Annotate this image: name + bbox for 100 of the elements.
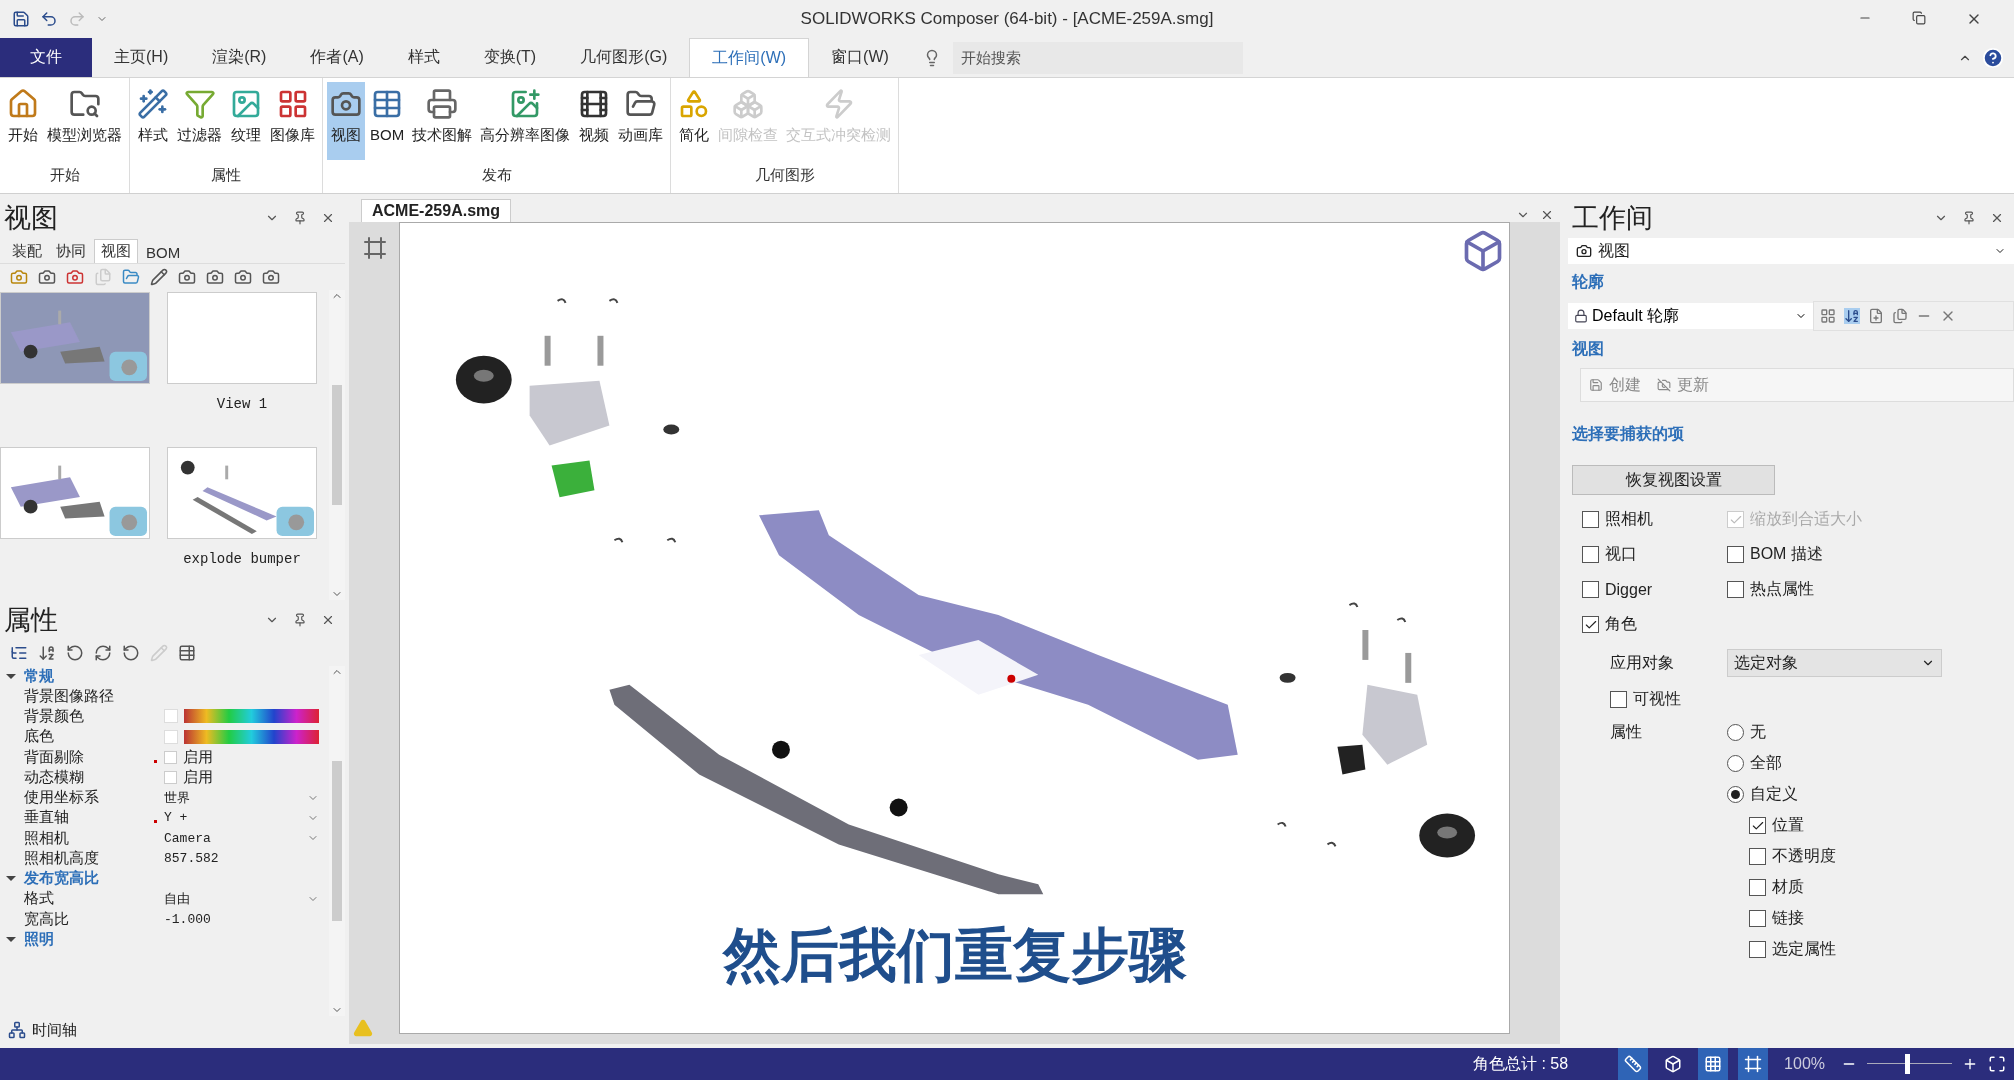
search-field[interactable]: 开始搜索 [952,41,1243,74]
checkbox[interactable] [1582,581,1599,598]
viewport[interactable]: 然后我们重复步骤 [399,222,1510,1034]
radio-button[interactable] [1727,786,1744,803]
sort-icon[interactable] [38,644,56,662]
document-tab[interactable]: ACME-259A.smg [361,199,512,222]
grid-icon[interactable] [1820,308,1836,324]
status-toggle-button[interactable] [1618,1048,1649,1080]
ribbon-button[interactable]: 动画库 [615,82,667,160]
status-toggle-button[interactable] [1738,1048,1769,1080]
categorized-icon[interactable] [10,644,28,662]
fit-view-icon[interactable] [1988,1055,2006,1073]
expand-caret-icon[interactable] [6,936,16,942]
camera-icon[interactable] [234,268,252,286]
zoom-in-icon[interactable] [1962,1056,1978,1072]
save-icon[interactable] [12,10,30,28]
workshop-selector[interactable]: 视图 [1568,238,2014,264]
close-icon[interactable] [321,613,335,627]
scrollbar-thumb[interactable] [332,385,342,505]
ribbon-button[interactable]: 过滤器 [174,82,225,160]
property-value[interactable]: Y + [164,810,301,826]
checkbox[interactable] [1727,546,1744,563]
panel-tab[interactable]: BOM [140,242,187,263]
camera-icon[interactable] [262,268,280,286]
pin-icon[interactable] [1962,211,1976,225]
folder-icon[interactable] [122,268,140,286]
help-icon[interactable] [1982,46,2004,69]
checkbox[interactable] [1749,941,1766,958]
ribbon-tab[interactable]: 样式 [385,38,462,77]
scrollbar-thumb[interactable] [332,761,342,921]
camera-icon[interactable] [178,268,196,286]
reset-view-settings-button[interactable]: 恢复视图设置 [1572,465,1775,495]
ribbon-tab[interactable]: 作者(A) [288,38,386,77]
close-icon[interactable] [321,211,335,225]
property-value[interactable]: 世界 [164,788,301,807]
sort-icon[interactable] [1844,308,1860,324]
ribbon-button[interactable]: 纹理 [227,82,265,160]
ribbon-tab[interactable]: 渲染(R) [190,38,289,77]
panel-tab[interactable]: 视图 [94,239,138,263]
timeline-tab[interactable]: 时间轴 [32,1020,77,1040]
frame-icon[interactable] [363,236,387,260]
checkbox[interactable] [1582,616,1599,633]
profile-combo[interactable]: Default 轮廓 [1568,303,1813,329]
pin-icon[interactable] [293,613,307,627]
color-swatch[interactable] [164,709,178,724]
expand-caret-icon[interactable] [6,876,16,882]
undo-icon[interactable] [40,10,58,28]
property-value[interactable]: 自由 [164,889,301,908]
radio-button[interactable] [1727,724,1744,741]
ribbon-button[interactable]: 视图 [327,82,365,160]
zoom-slider-thumb[interactable] [1904,1054,1910,1074]
ribbon-tab[interactable]: 窗口(W) [809,38,911,77]
ribbon-button[interactable]: 图像库 [267,82,318,160]
new-file-icon[interactable] [1868,308,1884,324]
close-icon[interactable] [1990,211,2004,225]
ribbon-tab[interactable]: 工作间(W) [689,38,810,77]
copy-icon[interactable] [1892,308,1908,324]
camera-icon[interactable] [38,268,56,286]
checkbox[interactable] [1749,817,1766,834]
file-menu-tab[interactable]: 文件 [0,38,92,77]
color-swatch[interactable] [164,729,178,744]
camera-icon[interactable] [66,268,84,286]
ribbon-button[interactable]: 模型浏览器 [44,82,125,160]
close-icon[interactable] [1540,208,1554,222]
checkbox[interactable] [1749,879,1766,896]
option-label: 缩放到合适大小 [1750,509,1862,529]
checkbox[interactable] [1727,581,1744,598]
ribbon-tab[interactable]: 变换(T) [461,38,559,77]
checkbox[interactable] [1749,910,1766,927]
refresh-icon[interactable] [94,644,112,662]
ribbon-tab[interactable]: 主页(H) [92,38,191,77]
pin-icon[interactable] [293,211,307,225]
restore-icon[interactable] [1912,11,1926,25]
ribbon-button[interactable]: 视频 [575,82,614,160]
panel-tab[interactable]: 协同 [50,240,92,263]
camera-icon[interactable] [10,268,28,286]
table-icon[interactable] [178,644,196,662]
status-toggle-button[interactable] [1698,1048,1729,1080]
ribbon-button[interactable]: 开始 [4,82,42,160]
color-gradient-bar[interactable] [184,729,319,744]
checkbox[interactable] [1610,691,1627,708]
checkbox[interactable] [1582,546,1599,563]
ribbon-button[interactable]: BOM [367,82,408,160]
expand-caret-icon[interactable] [6,673,16,679]
ribbon-button[interactable]: 高分辨率图像 [477,82,574,160]
checkbox[interactable] [1749,848,1766,865]
rotate-icon[interactable] [66,644,84,662]
ribbon-button[interactable]: 技术图解 [409,82,476,160]
reset-icon[interactable] [122,644,140,662]
radio-button[interactable] [1727,755,1744,772]
pencil-icon[interactable] [150,268,168,286]
property-value[interactable]: Camera [164,830,301,846]
camera-icon[interactable] [206,268,224,286]
checkbox[interactable] [1582,511,1599,528]
panel-tab[interactable]: 装配 [6,240,48,263]
apply-to-dropdown[interactable]: 选定对象 [1727,649,1942,677]
color-gradient-bar[interactable] [184,709,319,724]
ribbon-button[interactable]: 样式 [134,82,172,160]
ribbon-tab[interactable]: 几何图形(G) [558,38,690,77]
ribbon-button[interactable]: 简化 [675,82,714,160]
